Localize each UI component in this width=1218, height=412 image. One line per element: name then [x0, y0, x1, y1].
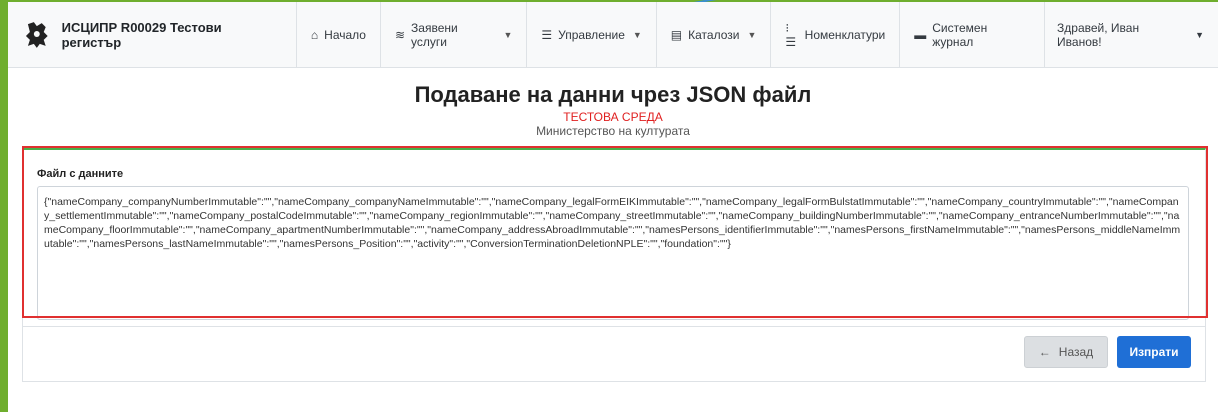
send-button-label: Изпрати: [1129, 345, 1179, 359]
nav-management[interactable]: ☰ Управление ▼: [527, 2, 657, 67]
journal-icon: ▬: [914, 27, 927, 42]
top-navbar: ИСЦИПР R00029 Тестови регистър ⌂ Начало …: [8, 2, 1218, 68]
back-button-label: Назад: [1058, 345, 1094, 359]
nav-home[interactable]: ⌂ Начало: [297, 2, 381, 67]
nav-nomenclatures-label: Номенклатури: [804, 27, 886, 42]
chevron-down-icon: ▼: [747, 29, 757, 40]
nav-management-label: Управление: [558, 27, 625, 42]
layers-icon: ≋: [394, 27, 406, 42]
nav-home-label: Начало: [324, 27, 366, 42]
sliders-icon: ☰: [541, 27, 553, 42]
nav-requested-services-label: Заявени услуги: [411, 20, 458, 49]
chevron-down-icon: ▼: [632, 29, 642, 40]
brand-title: ИСЦИПР R00029 Тестови регистър: [61, 19, 222, 50]
nav-catalogs-label: Каталози: [688, 27, 740, 42]
chevron-down-icon: ▼: [1195, 29, 1204, 40]
chevron-down-icon: ▼: [503, 29, 513, 40]
nav-system-journal[interactable]: ▬ Системен журнал: [900, 2, 1046, 67]
user-greeting: Здравей, Иван Иванов!: [1057, 20, 1140, 49]
card-divider: [23, 326, 1205, 327]
json-textarea[interactable]: {"nameCompany_companyNumberImmutable":""…: [37, 186, 1189, 320]
nav-catalogs[interactable]: ▤ Каталози ▼: [657, 2, 772, 67]
brand[interactable]: ИСЦИПР R00029 Тестови регистър: [8, 2, 297, 67]
coat-of-arms-icon: [25, 21, 48, 48]
user-menu[interactable]: Здравей, Иван Иванов! ▼: [1045, 2, 1218, 67]
upload-card: Файл с данните {"nameCompany_companyNumb…: [22, 148, 1206, 382]
catalog-icon: ▤: [670, 27, 683, 42]
arrow-left-icon: ←: [1038, 345, 1051, 359]
back-button[interactable]: ← Назад: [1024, 336, 1108, 368]
file-data-label: Файл с данните: [37, 168, 124, 180]
nav-requested-services[interactable]: ≋ Заявени услуги ▼: [381, 2, 528, 67]
nav-system-journal-label: Системен журнал: [932, 20, 988, 49]
list-icon: ⁝☰: [785, 20, 797, 49]
page-title: Подаване на данни чрез JSON файл: [414, 82, 812, 107]
home-icon: ⌂: [310, 27, 319, 42]
nav-nomenclatures[interactable]: ⁝☰ Номенклатури: [771, 2, 901, 67]
ministry-label: Министерство на културата: [536, 124, 690, 138]
send-button[interactable]: Изпрати: [1117, 336, 1191, 368]
environment-label: ТЕСТОВА СРЕДА: [563, 110, 663, 124]
